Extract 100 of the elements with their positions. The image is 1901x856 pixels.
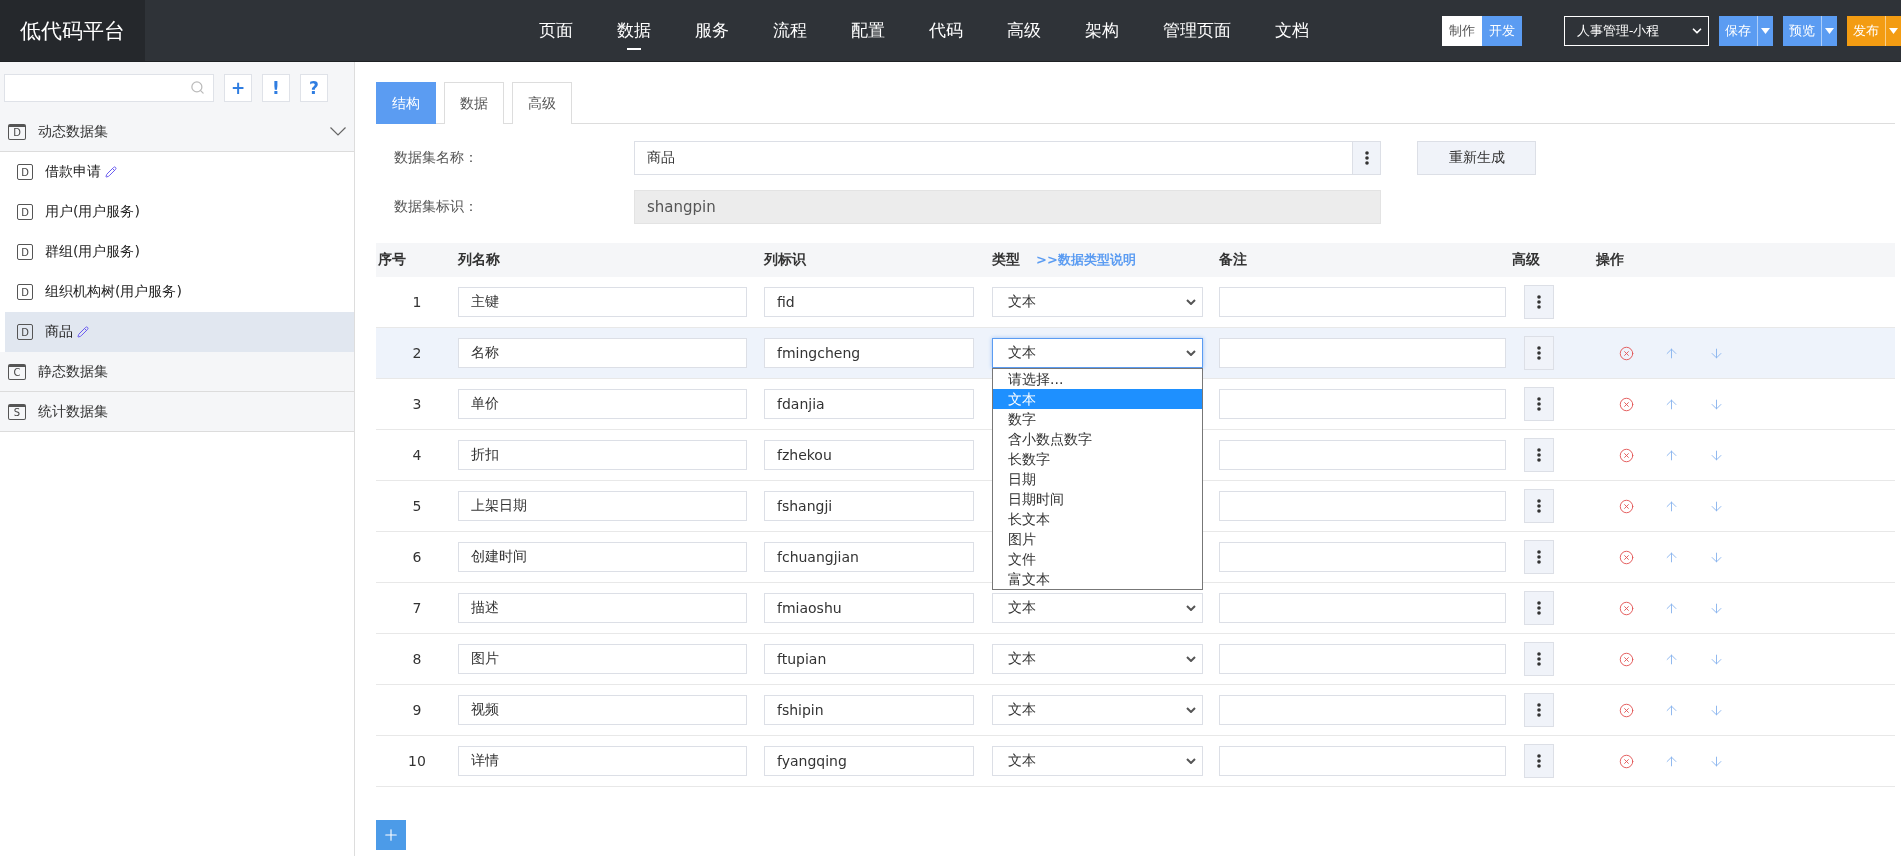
type-select[interactable]: 文本 <box>992 338 1203 368</box>
name-input[interactable]: 折扣 <box>458 440 747 470</box>
note-input[interactable] <box>1219 644 1506 674</box>
move-up-icon[interactable] <box>1664 396 1679 412</box>
more-button[interactable] <box>1352 141 1381 175</box>
move-down-icon[interactable] <box>1709 600 1724 616</box>
delete-icon[interactable] <box>1619 600 1634 616</box>
move-down-icon[interactable] <box>1709 651 1724 667</box>
key-input[interactable]: fzhekou <box>764 440 974 470</box>
advanced-button[interactable] <box>1524 387 1554 421</box>
add-row-button[interactable] <box>376 820 406 850</box>
type-select[interactable]: 文本 <box>992 644 1203 674</box>
move-down-icon[interactable] <box>1709 702 1724 718</box>
note-input[interactable] <box>1219 542 1506 572</box>
type-select[interactable]: 文本 <box>992 695 1203 725</box>
name-input[interactable]: 名称 <box>458 338 747 368</box>
nav-tab[interactable]: 架构 <box>1062 0 1141 61</box>
move-down-icon[interactable] <box>1709 498 1724 514</box>
move-up-icon[interactable] <box>1664 753 1679 769</box>
name-input[interactable]: 创建时间 <box>458 542 747 572</box>
nav-tab[interactable]: 流程 <box>750 0 829 61</box>
tool-button[interactable]: ! <box>262 73 290 102</box>
nav-tab[interactable]: 高级 <box>984 0 1063 61</box>
tool-button[interactable]: + <box>224 73 252 102</box>
note-input[interactable] <box>1219 287 1506 317</box>
delete-icon[interactable] <box>1619 753 1634 769</box>
pencil-icon[interactable] <box>77 326 89 338</box>
nav-tab[interactable]: 代码 <box>906 0 985 61</box>
type-select[interactable]: 文本 <box>992 746 1203 776</box>
name-input[interactable]: 单价 <box>458 389 747 419</box>
key-input[interactable]: ftupian <box>764 644 974 674</box>
type-select[interactable]: 文本 <box>992 593 1203 623</box>
chevron-icon[interactable] <box>330 127 346 136</box>
move-down-icon[interactable] <box>1709 345 1724 361</box>
delete-icon[interactable] <box>1619 498 1634 514</box>
move-up-icon[interactable] <box>1664 498 1679 514</box>
name-field[interactable]: 商品 <box>634 141 1352 175</box>
search-field[interactable] <box>4 73 214 102</box>
advanced-button[interactable] <box>1524 540 1554 574</box>
move-up-icon[interactable] <box>1664 600 1679 616</box>
nav-tab[interactable]: 数据 <box>594 0 673 61</box>
delete-icon[interactable] <box>1619 447 1634 463</box>
delete-icon[interactable] <box>1619 651 1634 667</box>
group-header[interactable]: C 静态数据集 <box>0 352 354 392</box>
move-up-icon[interactable] <box>1664 345 1679 361</box>
name-input[interactable]: 详情 <box>458 746 747 776</box>
advanced-button[interactable] <box>1524 438 1554 472</box>
advanced-button[interactable] <box>1524 336 1554 370</box>
key-input[interactable]: fid <box>764 287 974 317</box>
move-up-icon[interactable] <box>1664 447 1679 463</box>
nav-tab[interactable]: 配置 <box>828 0 907 61</box>
move-down-icon[interactable] <box>1709 447 1724 463</box>
note-input[interactable] <box>1219 338 1506 368</box>
tab[interactable]: 高级 <box>512 82 572 124</box>
key-input[interactable]: fdanjia <box>764 389 974 419</box>
pencil-icon[interactable] <box>105 166 117 178</box>
move-down-icon[interactable] <box>1709 549 1724 565</box>
key-input[interactable]: fmiaoshu <box>764 593 974 623</box>
name-input[interactable]: 视频 <box>458 695 747 725</box>
advanced-button[interactable] <box>1524 285 1554 319</box>
group-header[interactable]: S 统计数据集 <box>0 392 354 432</box>
advanced-button[interactable] <box>1524 693 1554 727</box>
key-input[interactable]: fyangqing <box>764 746 974 776</box>
note-input[interactable] <box>1219 746 1506 776</box>
advanced-button[interactable] <box>1524 744 1554 778</box>
tree-item[interactable]: D 商品 <box>5 312 354 352</box>
note-input[interactable] <box>1219 695 1506 725</box>
delete-icon[interactable] <box>1619 345 1634 361</box>
nav-tab[interactable]: 管理页面 <box>1140 0 1253 61</box>
advanced-button[interactable] <box>1524 489 1554 523</box>
advanced-button[interactable] <box>1524 642 1554 676</box>
delete-icon[interactable] <box>1619 549 1634 565</box>
note-input[interactable] <box>1219 593 1506 623</box>
group-header[interactable]: D 动态数据集 <box>0 112 354 152</box>
key-input[interactable]: fshipin <box>764 695 974 725</box>
advanced-button[interactable] <box>1524 591 1554 625</box>
nav-tab[interactable]: 页面 <box>516 0 595 61</box>
name-input[interactable]: 上架日期 <box>458 491 747 521</box>
type-select[interactable]: 文本 <box>992 287 1203 317</box>
regenerate-button[interactable]: 重新生成 <box>1417 141 1536 175</box>
note-input[interactable] <box>1219 440 1506 470</box>
move-up-icon[interactable] <box>1664 702 1679 718</box>
mode-toggle[interactable]: 制作 <box>1441 15 1482 46</box>
key-input[interactable]: fshangji <box>764 491 974 521</box>
key-input[interactable]: fchuangjian <box>764 542 974 572</box>
key-input[interactable]: fmingcheng <box>764 338 974 368</box>
nav-tab[interactable]: 文档 <box>1252 0 1331 61</box>
nav-tab[interactable]: 服务 <box>672 0 751 61</box>
tool-button[interactable]: ? <box>300 73 328 102</box>
name-input[interactable]: 图片 <box>458 644 747 674</box>
app-select[interactable]: 人事管理-小程 <box>1563 15 1709 46</box>
move-down-icon[interactable] <box>1709 396 1724 412</box>
name-input[interactable]: 描述 <box>458 593 747 623</box>
note-input[interactable] <box>1219 389 1506 419</box>
note-input[interactable] <box>1219 491 1506 521</box>
move-up-icon[interactable] <box>1664 549 1679 565</box>
name-input[interactable]: 主键 <box>458 287 747 317</box>
delete-icon[interactable] <box>1619 396 1634 412</box>
delete-icon[interactable] <box>1619 702 1634 718</box>
move-down-icon[interactable] <box>1709 753 1724 769</box>
